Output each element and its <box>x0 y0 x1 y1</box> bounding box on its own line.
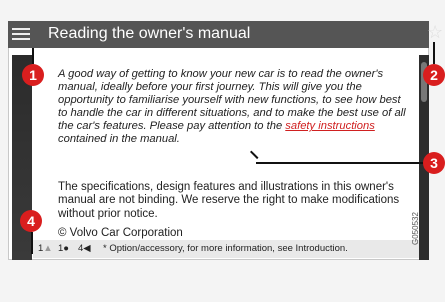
callout-4: 4 <box>20 210 42 232</box>
image-code: G050532 <box>411 212 420 245</box>
star-icon[interactable]: ☆ <box>427 23 443 41</box>
callout-4-leader <box>31 232 33 254</box>
page-title: Reading the owner's manual <box>48 25 251 42</box>
callout-3-leader-b <box>256 162 426 164</box>
stat-3: 4◀ <box>78 243 91 254</box>
footnote-text: * Option/accessory, for more information… <box>103 243 348 254</box>
safety-instructions-link[interactable]: safety instructions <box>285 120 375 132</box>
callout-2-leader <box>433 42 435 64</box>
stat-1: 1▲ <box>38 243 53 254</box>
intro-paragraph: A good way of getting to know your new c… <box>58 68 406 146</box>
stat-2: 1● <box>58 243 70 254</box>
disc-icon: ● <box>63 243 70 254</box>
hamburger-menu-icon[interactable] <box>12 25 30 45</box>
callout-3: 3 <box>423 152 445 174</box>
callout-2: 2 <box>423 64 445 86</box>
person-icon: ▲ <box>43 243 53 254</box>
speaker-icon: ◀ <box>83 243 91 254</box>
copyright-text: © Volvo Car Corporation <box>58 227 183 239</box>
disclaimer-paragraph: The specifications, design features and … <box>58 181 400 220</box>
callout-1-leader <box>32 48 34 64</box>
callout-1: 1 <box>22 64 44 86</box>
bottom-info-bar: 1▲ 1● 4◀ * Option/accessory, for more in… <box>33 240 419 258</box>
